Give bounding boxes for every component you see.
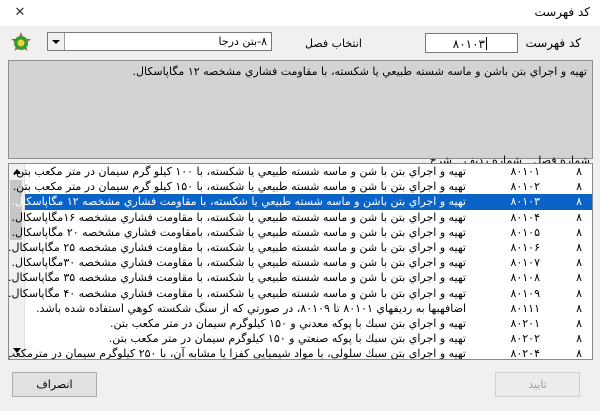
section-dropdown[interactable]: ۸-بتن درجا — [47, 32, 272, 51]
cell-section: ۸ — [576, 332, 582, 346]
cell-section: ۸ — [576, 195, 582, 209]
list-item-selected[interactable]: ۸ ۸۰۱۰۳ تهيه و اجراي بتن باشن و ماسه شسته … — [11, 194, 592, 210]
cell-description: تهيه و اجراي بتن سبك با پوكه معدني و ۱۵۰… — [110, 316, 466, 330]
window-title: کد فهرست — [534, 5, 590, 19]
cell-section: ۸ — [576, 180, 582, 194]
cell-description: تهيه و اجراي بتن با شن و ماسه شسته طبيعي… — [8, 286, 466, 300]
cell-section: ۸ — [576, 256, 582, 270]
text-caret — [486, 37, 487, 50]
cell-description: تهيه و اجراي بتن سبك با پوكه صنعتي و ۱۵۰… — [108, 332, 466, 346]
cell-description: تهيه و اجراي بتن باشن و ماسه شسته طبيعي … — [11, 195, 466, 209]
dialog-body: ۸-بتن درجا انتخاب فصل ۸۰۱۰۳ کد فهرست تهي… — [0, 26, 600, 411]
cell-section: ۸ — [576, 225, 582, 239]
cell-description: تهيه و اجراي بتن با شن و ماسه شسته طبيعي… — [8, 240, 466, 254]
cell-section: ۸ — [576, 286, 582, 300]
app-logo-icon — [11, 32, 31, 51]
list-item[interactable]: ۸ ۸۰۲۰۱ تهيه و اجراي بتن سبك با پوكه معدني… — [25, 316, 592, 331]
cell-code: ۸۰۱۰۵ — [510, 225, 540, 239]
ok-button[interactable]: تاييد — [495, 372, 580, 397]
cell-code: ۸۰۱۰۳ — [510, 195, 540, 209]
cell-section: ۸ — [576, 165, 582, 178]
list-item[interactable]: ۸ ۸۰۲۰۴ تهيه و اجراي بتن سبك سلولي، با موا… — [9, 346, 592, 360]
cell-section: ۸ — [576, 240, 582, 254]
cell-code: ۸۰۲۰۲ — [510, 332, 540, 346]
list-item[interactable]: ۸ ۸۰۱۰۸ تهيه و اجراي بتن با شن و ماسه شسته… — [9, 270, 592, 285]
title-bar: کد فهرست ✕ — [0, 0, 600, 26]
items-listbox[interactable]: ۸ ۸۰۱۰۱ تهيه و اجراي بتن با شن و ماسه شسته… — [8, 163, 593, 360]
list-item[interactable]: ۸ ۸۰۱۰۴ تهيه و اجراي بتن با شن و ماسه شسته… — [11, 210, 592, 225]
cell-description: تهيه و اجراي بتن با شن و ماسه شسته طبيعي… — [12, 165, 466, 178]
section-dropdown-value: ۸-بتن درجا — [218, 35, 267, 48]
cell-description: تهيه و اجراي بتن سبك سلولي، با مواد شيمي… — [8, 347, 466, 360]
list-item[interactable]: ۸ ۸۰۱۱۱ اضافهبها به رديفهاي ۸۰۱۰۱ تا ۸۰۱۰۹… — [25, 301, 592, 316]
list-item[interactable]: ۸ ۸۰۱۰۵ تهيه و اجراي بتن با شن و ماسه شسته… — [11, 225, 592, 240]
list-item[interactable]: ۸ ۸۰۱۰۲ تهيه و اجراي بتن با شن و ماسه شسته… — [13, 179, 592, 194]
list-item[interactable]: ۸ ۸۰۱۰۷ تهيه و اجراي بتن با شن و ماسه شسته… — [11, 255, 592, 270]
code-input-value: ۸۰۱۰۳ — [452, 37, 485, 51]
cell-code: ۸۰۱۰۲ — [510, 180, 540, 194]
code-input[interactable]: ۸۰۱۰۳ — [425, 33, 518, 53]
description-box: تهيه و اجراي بتن باشن و ماسه شسته طبيعي … — [8, 60, 593, 159]
cell-description: تهيه و اجراي بتن با شن و ماسه شسته طبيعي… — [11, 225, 466, 239]
cell-code: ۸۰۲۰۱ — [510, 316, 540, 330]
cell-description: تهيه و اجراي بتن با شن و ماسه شسته طبيعي… — [11, 256, 466, 270]
list-item[interactable]: ۸ ۸۰۲۰۲ تهيه و اجراي بتن سبك با پوكه صنعتي… — [25, 331, 592, 346]
cell-code: ۸۰۱۰۸ — [510, 271, 540, 285]
cell-section: ۸ — [576, 316, 582, 330]
cell-section: ۸ — [576, 210, 582, 224]
cell-description: اضافهبها به رديفهاي ۸۰۱۰۱ تا ۸۰۱۰۹، در ص… — [36, 301, 466, 315]
cell-code: ۸۰۱۰۹ — [510, 286, 540, 300]
cell-code: ۸۰۱۰۴ — [510, 210, 540, 224]
list-item[interactable]: ۸ ۸۰۱۰۹ تهيه و اجراي بتن با شن و ماسه شسته… — [9, 286, 592, 301]
list-item[interactable]: ۸ ۸۰۱۰۶ تهيه و اجراي بتن با شن و ماسه شسته… — [9, 240, 592, 255]
cell-section: ۸ — [576, 271, 582, 285]
cell-code: ۸۰۱۰۱ — [510, 165, 540, 178]
cell-code: ۸۰۱۰۷ — [510, 256, 540, 270]
code-label: کد فهرست — [525, 36, 581, 50]
cell-description: تهيه و اجراي بتن با شن و ماسه شسته طبيعي… — [12, 180, 466, 194]
description-text: تهيه و اجراي بتن باشن و ماسه شسته طبيعي … — [132, 65, 587, 78]
section-label: انتخاب فصل — [305, 37, 362, 50]
cell-description: تهيه و اجراي بتن با شن و ماسه شسته طبيعي… — [11, 210, 466, 224]
cancel-button[interactable]: انصراف — [12, 372, 97, 397]
cell-code: ۸۰۱۰۶ — [510, 240, 540, 254]
list-rows: ۸ ۸۰۱۰۱ تهيه و اجراي بتن با شن و ماسه شسته… — [9, 164, 592, 360]
cell-description: تهيه و اجراي بتن با شن و ماسه شسته طبيعي… — [8, 271, 466, 285]
cell-code: ۸۰۱۱۱ — [510, 301, 540, 315]
close-icon[interactable]: ✕ — [0, 0, 40, 26]
cell-section: ۸ — [576, 301, 582, 315]
list-item[interactable]: ۸ ۸۰۱۰۱ تهيه و اجراي بتن با شن و ماسه شسته… — [13, 164, 592, 179]
cell-section: ۸ — [576, 347, 582, 360]
cell-code: ۸۰۲۰۴ — [510, 347, 540, 360]
chevron-down-icon[interactable] — [48, 33, 65, 50]
